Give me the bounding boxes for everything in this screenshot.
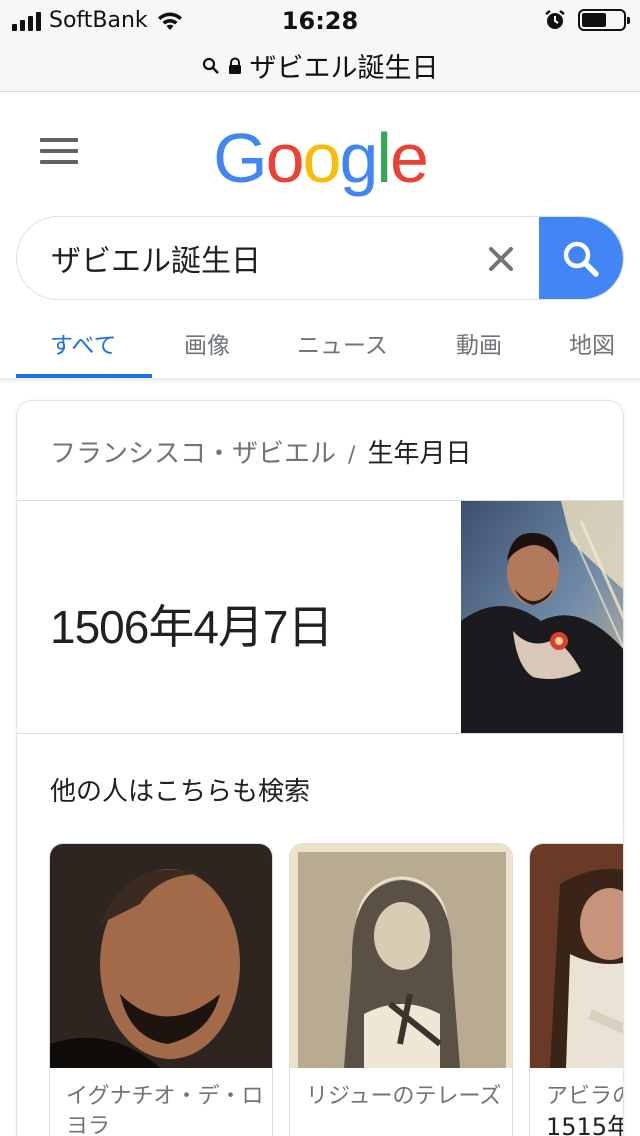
search-tabs: すべて 画像 ニュース 動画 地図	[0, 312, 640, 378]
lock-icon	[228, 57, 241, 74]
breadcrumb-entity-link[interactable]: フランシスコ・ザビエル	[50, 439, 336, 469]
related-person-card[interactable]: イグナチオ・デ・ロヨラ	[49, 843, 273, 1136]
logo-letter: e	[389, 119, 429, 197]
breadcrumb-separator: /	[348, 443, 356, 468]
tabs-shadow	[0, 378, 640, 384]
status-bar: SoftBank 16:28	[0, 0, 640, 40]
person-photo	[530, 844, 623, 1068]
related-searches-title: 他の人はこちらも検索	[50, 777, 311, 807]
search-box	[16, 216, 624, 300]
tab-images[interactable]: 画像	[184, 326, 230, 360]
person-dates: 1515年	[546, 1113, 624, 1136]
google-header: Google	[0, 92, 640, 210]
related-person-card[interactable]: アビラの 1515年	[529, 843, 624, 1136]
person-photo	[50, 844, 272, 1068]
breadcrumb: フランシスコ・ザビエル / 生年月日	[50, 433, 471, 470]
breadcrumb-attribute: 生年月日	[367, 439, 472, 469]
related-person-card[interactable]: リジューのテレーズ	[289, 843, 513, 1136]
url-text: ザビエル誕生日	[249, 53, 439, 84]
search-button[interactable]	[539, 217, 623, 299]
knowledge-card: フランシスコ・ザビエル / 生年月日 1506年4月7日 他の人はこちらも検索	[16, 400, 624, 1136]
google-logo[interactable]: Google	[0, 118, 640, 198]
person-name: イグナチオ・デ・ロヨラ	[66, 1084, 264, 1136]
person-name: アビラの	[546, 1084, 623, 1109]
battery-level	[582, 13, 606, 27]
battery-icon	[578, 9, 630, 31]
answer-text: 1506年4月7日	[50, 601, 333, 653]
logo-letter: o	[302, 119, 342, 197]
tab-all[interactable]: すべて	[50, 326, 116, 360]
logo-letter: o	[265, 119, 305, 197]
person-name: リジューのテレーズ	[306, 1084, 502, 1109]
search-icon	[202, 57, 219, 74]
close-icon	[489, 247, 513, 271]
search-icon	[563, 241, 599, 277]
person-photo	[290, 844, 512, 1068]
related-people-carousel: イグナチオ・デ・ロヨラ リジューのテレーズ アビラ 1515年	[49, 843, 624, 1136]
clear-button[interactable]	[479, 237, 523, 281]
tab-news[interactable]: ニュース	[297, 326, 388, 360]
tab-videos[interactable]: 動画	[456, 326, 502, 360]
logo-letter: G	[213, 119, 267, 197]
search-input[interactable]	[51, 233, 471, 283]
card-divider	[17, 733, 623, 734]
logo-letter: g	[339, 119, 378, 197]
tab-maps[interactable]: 地図	[569, 326, 615, 360]
portrait-image[interactable]	[461, 501, 623, 733]
status-right	[544, 9, 630, 31]
logo-letter: l	[376, 119, 392, 197]
address-bar[interactable]: ザビエル誕生日	[0, 40, 640, 92]
alarm-icon	[545, 10, 565, 29]
